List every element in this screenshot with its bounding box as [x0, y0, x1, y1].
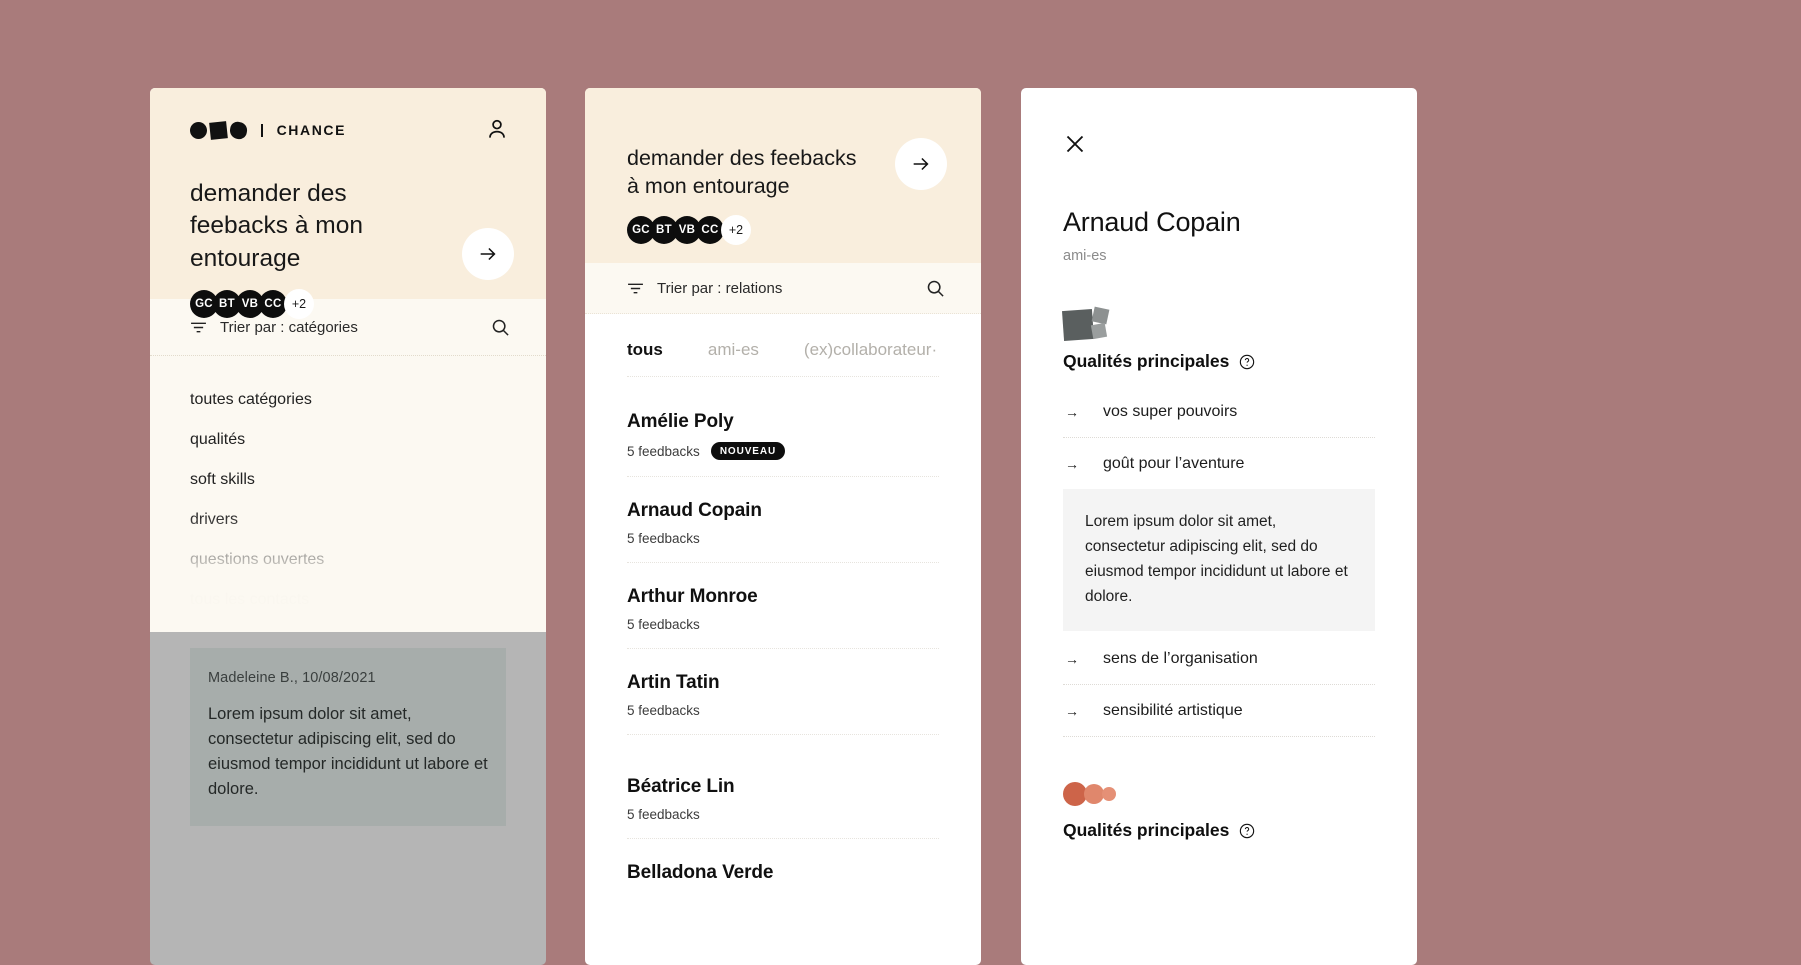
profile-icon[interactable]: [484, 116, 510, 142]
avatar: CC: [696, 215, 724, 244]
feedback-quote-card: Madeleine B., 10/08/2021 Lorem ipsum dol…: [190, 648, 506, 827]
panel2-hero: demander des feebacks à mon entourage GC…: [585, 88, 981, 263]
arrow-right-icon: [480, 247, 496, 261]
tab-tous[interactable]: tous: [627, 340, 663, 360]
chance-logo-icon: [190, 120, 249, 140]
brand-divider: [261, 123, 263, 137]
quality-item[interactable]: → sensibilité artistique: [1063, 685, 1375, 738]
menu-item-tous-les-contacts[interactable]: tous les contacts: [190, 580, 506, 620]
contacts-list: Amélie Poly 5 feedbacks NOUVEAU Arnaud C…: [585, 377, 981, 909]
contact-name: Arnaud Copain: [627, 500, 762, 521]
menu-item-toutes-categories[interactable]: toutes catégories: [190, 380, 506, 420]
quality-note: Lorem ipsum dolor sit amet, consectetur …: [1063, 489, 1375, 632]
list-item[interactable]: Artin Tatin 5 feedbacks: [627, 649, 939, 735]
menu-item-questions-ouvertes[interactable]: questions ouvertes: [190, 540, 506, 580]
feedback-count: 5 feedbacks: [627, 531, 700, 546]
feedback-count: 5 feedbacks: [627, 703, 700, 718]
feedback-count: 5 feedbacks: [627, 617, 700, 632]
avatar-group[interactable]: GC BT VB CC +2: [190, 288, 506, 319]
panel1-hero: CHANCE demander des feebacks à mon entou…: [150, 88, 546, 319]
quote-body: Lorem ipsum dolor sit amet, consectetur …: [208, 705, 488, 799]
avatar-group[interactable]: GC BT VB CC +2: [627, 214, 941, 245]
panel-contact-detail: Arnaud Copain ami-es Qualités principale…: [1021, 88, 1417, 965]
list-item[interactable]: Arnaud Copain 5 feedbacks: [627, 477, 939, 563]
tab-ex-collaborateur[interactable]: (ex)collaborateur·: [804, 340, 937, 360]
search-icon[interactable]: [491, 318, 510, 337]
sort-label: Trier par : relations: [657, 279, 783, 297]
next-button[interactable]: [895, 138, 947, 190]
avatar-overflow-count[interactable]: +2: [284, 288, 314, 319]
detail-body: Arnaud Copain ami-es Qualités principale…: [1021, 88, 1417, 841]
section-header: Qualités principales: [1063, 351, 1375, 372]
list-item[interactable]: Amélie Poly 5 feedbacks NOUVEAU: [627, 377, 939, 477]
dots-mark-icon: [1063, 781, 1375, 807]
help-circle-icon[interactable]: [1239, 823, 1255, 839]
sort-bar: Trier par : relations: [585, 263, 981, 314]
brand-name: CHANCE: [276, 122, 347, 138]
quality-item[interactable]: → vos super pouvoirs: [1063, 386, 1375, 438]
page-title: demander des feebacks à mon entourage: [190, 180, 363, 272]
qualities-list: → vos super pouvoirs → goût pour l’avent…: [1063, 386, 1375, 738]
next-button[interactable]: [462, 228, 514, 280]
quality-item[interactable]: → goût pour l’aventure: [1063, 438, 1375, 489]
quote-author: Madeleine B., 10/08/2021: [208, 670, 376, 686]
list-item[interactable]: Arthur Monroe 5 feedbacks: [627, 563, 939, 649]
arrow-right-icon: [913, 157, 929, 171]
menu-item-soft-skills[interactable]: soft skills: [190, 460, 506, 500]
sort-control[interactable]: Trier par : relations: [627, 280, 782, 297]
section-title: Qualités principales: [1063, 820, 1230, 841]
section-header: Qualités principales: [1063, 820, 1375, 841]
sort-label: Trier par : catégories: [220, 318, 358, 336]
category-menu: toutes catégories qualités soft skills d…: [150, 356, 546, 620]
avatar-overflow-count[interactable]: +2: [721, 214, 751, 245]
contact-name: Béatrice Lin: [627, 776, 735, 797]
relation-tabs: tous ami-es (ex)collaborateur·: [627, 314, 939, 377]
quality-label: sens de l’organisation: [1103, 650, 1258, 668]
contact-name: Arthur Monroe: [627, 586, 758, 607]
screen: dolore. Madeleine B., 10/08/2021 Lorem i…: [0, 0, 1801, 965]
filter-icon: [628, 283, 643, 293]
section-title: Qualités principales: [1063, 351, 1230, 371]
feedback-count: 5 feedbacks: [627, 807, 700, 822]
menu-item-qualites[interactable]: qualités: [190, 420, 506, 460]
list-item[interactable]: Béatrice Lin 5 feedbacks: [627, 753, 939, 839]
panel-categories: dolore. Madeleine B., 10/08/2021 Lorem i…: [150, 88, 546, 965]
help-circle-icon[interactable]: [1239, 354, 1255, 370]
filter-icon: [191, 322, 206, 332]
arrow-right-icon: →: [1065, 703, 1079, 720]
sort-control[interactable]: Trier par : catégories: [190, 319, 358, 336]
page-title: Arnaud Copain: [1063, 207, 1241, 237]
feedback-count: 5 feedbacks: [627, 443, 700, 459]
brand[interactable]: CHANCE: [190, 118, 506, 142]
quality-label: vos super pouvoirs: [1103, 403, 1238, 420]
status-badge: NOUVEAU: [710, 442, 786, 460]
contact-name: Artin Tatin: [627, 672, 720, 693]
page-title: demander des feebacks à mon entourage: [627, 146, 857, 199]
panel-contacts: demander des feebacks à mon entourage GC…: [585, 88, 981, 965]
avatar: CC: [259, 289, 287, 318]
search-icon[interactable]: [926, 279, 945, 298]
contact-name: Amélie Poly: [627, 411, 734, 432]
tab-ami-es[interactable]: ami-es: [708, 340, 759, 360]
arrow-right-icon: →: [1065, 404, 1079, 420]
quality-label: goût pour l’aventure: [1103, 455, 1245, 472]
close-icon[interactable]: [1063, 132, 1087, 156]
contact-name: Belladona Verde: [627, 862, 774, 883]
arrow-right-icon: →: [1065, 456, 1079, 472]
relation-label: ami-es: [1063, 248, 1107, 264]
arrow-right-icon: →: [1065, 651, 1079, 668]
quality-label: sensibilité artistique: [1103, 702, 1243, 720]
menu-item-drivers[interactable]: drivers: [190, 500, 506, 540]
categories-sheet: CHANCE demander des feebacks à mon entou…: [150, 88, 546, 632]
quality-item[interactable]: → sens de l’organisation: [1063, 633, 1375, 686]
list-item[interactable]: Belladona Verde: [627, 839, 939, 909]
squares-mark-icon: [1061, 306, 1375, 342]
